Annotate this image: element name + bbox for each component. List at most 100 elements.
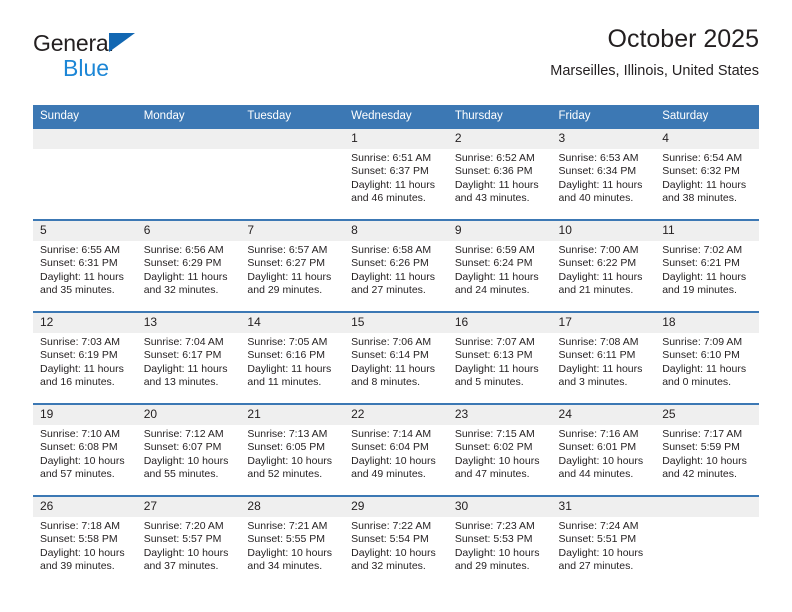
day-details: Sunrise: 7:06 AM Sunset: 6:14 PM Daylight:… (344, 333, 448, 389)
page-title: October 2025 (607, 25, 760, 53)
calendar-day-cell[interactable]: 31 Sunrise: 7:24 AM Sunset: 5:51 PM Dayligh… (551, 495, 656, 587)
sunset-time: Sunset: 5:54 PM (351, 533, 429, 546)
daylight-duration-line1: Daylight: 10 hours (454, 546, 540, 559)
day-number: 19 (33, 405, 137, 425)
weekday-header-thursday: Thursday (447, 105, 552, 128)
sunrise-time: Sunrise: 6:57 AM (247, 244, 328, 256)
daylight-duration-line2: and 44 minutes. (558, 467, 634, 480)
day-details: Sunrise: 7:22 AM Sunset: 5:54 PM Daylight:… (344, 517, 448, 573)
weekday-header-wednesday: Wednesday (344, 105, 448, 128)
sunset-time: Sunset: 5:57 PM (143, 533, 222, 546)
calendar-day-cell[interactable]: 27 Sunrise: 7:20 AM Sunset: 5:57 PM Dayligh… (136, 495, 241, 587)
calendar-day-cell[interactable]: 4 Sunrise: 6:54 AM Sunset: 6:32 PM Daylight… (655, 127, 759, 220)
calendar-day-cell[interactable]: 18 Sunrise: 7:09 AM Sunset: 6:10 PM Dayligh… (655, 311, 759, 404)
day-number: 24 (551, 405, 656, 425)
daylight-duration-line1: Daylight: 10 hours (351, 546, 436, 559)
calendar-day-cell[interactable]: 20 Sunrise: 7:12 AM Sunset: 6:07 PM Dayligh… (136, 403, 241, 496)
calendar-day-cell[interactable]: 8 Sunrise: 6:58 AM Sunset: 6:26 PM Daylight… (344, 219, 448, 312)
brand-logo[interactable]: General Blue (33, 30, 213, 84)
sunset-time: Sunset: 5:59 PM (662, 441, 740, 454)
page-header: General Blue October 2025 Marseilles, Il… (33, 24, 759, 98)
sunset-time: Sunset: 6:22 PM (558, 257, 637, 270)
day-details: Sunrise: 7:23 AM Sunset: 5:53 PM Daylight:… (448, 517, 552, 573)
day-number: 1 (344, 129, 448, 149)
sunrise-time: Sunrise: 6:54 AM (662, 152, 743, 164)
calendar-day-cell[interactable]: 2 Sunrise: 6:52 AM Sunset: 6:36 PM Daylight… (447, 127, 552, 220)
sunrise-time: Sunrise: 7:17 AM (662, 428, 743, 440)
day-number: 28 (240, 497, 345, 517)
sunrise-time: Sunrise: 7:23 AM (454, 520, 535, 532)
calendar-day-cell[interactable]: 23 Sunrise: 7:15 AM Sunset: 6:02 PM Dayligh… (447, 403, 552, 496)
calendar-day-cell[interactable]: 13 Sunrise: 7:04 AM Sunset: 6:17 PM Dayligh… (136, 311, 241, 404)
calendar-day-cell[interactable]: 3 Sunrise: 6:53 AM Sunset: 6:34 PM Daylight… (551, 127, 656, 220)
daylight-duration-line2: and 38 minutes. (662, 191, 737, 204)
daylight-duration-line2: and 27 minutes. (558, 559, 634, 572)
calendar-day-cell[interactable]: 5 Sunrise: 6:55 AM Sunset: 6:31 PM Daylight… (33, 219, 137, 312)
calendar-day-cell-empty (655, 495, 759, 587)
calendar-day-cell[interactable]: 28 Sunrise: 7:21 AM Sunset: 5:55 PM Dayligh… (240, 495, 345, 587)
day-details: Sunrise: 7:10 AM Sunset: 6:08 PM Daylight:… (33, 425, 137, 481)
calendar-day-cell[interactable]: 15 Sunrise: 7:06 AM Sunset: 6:14 PM Dayligh… (344, 311, 448, 404)
calendar-day-cell[interactable]: 1 Sunrise: 6:51 AM Sunset: 6:37 PM Daylight… (344, 127, 448, 220)
daylight-duration-line1: Daylight: 11 hours (558, 178, 643, 191)
sunrise-time: Sunrise: 7:21 AM (247, 520, 328, 532)
calendar-day-cell[interactable]: 22 Sunrise: 7:14 AM Sunset: 6:04 PM Dayligh… (344, 403, 448, 496)
calendar-day-cell[interactable]: 21 Sunrise: 7:13 AM Sunset: 6:05 PM Dayligh… (240, 403, 345, 496)
daylight-duration-line1: Daylight: 10 hours (247, 454, 333, 467)
sunset-time: Sunset: 6:24 PM (454, 257, 533, 270)
calendar-day-cell[interactable]: 29 Sunrise: 7:22 AM Sunset: 5:54 PM Dayligh… (344, 495, 448, 587)
calendar-day-cell[interactable]: 14 Sunrise: 7:05 AM Sunset: 6:16 PM Dayligh… (240, 311, 345, 404)
daylight-duration-line2: and 13 minutes. (143, 375, 219, 388)
sunrise-time: Sunrise: 7:13 AM (247, 428, 328, 440)
weekday-header-saturday: Saturday (655, 105, 759, 128)
daylight-duration-line2: and 8 minutes. (351, 375, 420, 388)
calendar-day-cell[interactable]: 6 Sunrise: 6:56 AM Sunset: 6:29 PM Daylight… (136, 219, 241, 312)
sunset-time: Sunset: 6:10 PM (662, 349, 740, 362)
daylight-duration-line1: Daylight: 11 hours (558, 362, 643, 375)
calendar-day-cell[interactable]: 25 Sunrise: 7:17 AM Sunset: 5:59 PM Dayligh… (655, 403, 759, 496)
calendar-day-cell[interactable]: 16 Sunrise: 7:07 AM Sunset: 6:13 PM Dayligh… (447, 311, 552, 404)
calendar-day-cell[interactable]: 7 Sunrise: 6:57 AM Sunset: 6:27 PM Daylight… (240, 219, 345, 312)
calendar-day-cell[interactable]: 17 Sunrise: 7:08 AM Sunset: 6:11 PM Dayligh… (551, 311, 656, 404)
daylight-duration-line1: Daylight: 11 hours (454, 270, 539, 283)
day-details: Sunrise: 7:09 AM Sunset: 6:10 PM Daylight:… (655, 333, 759, 389)
sunrise-time: Sunrise: 6:53 AM (558, 152, 639, 164)
sunrise-time: Sunrise: 6:52 AM (454, 152, 535, 164)
calendar-day-cell[interactable]: 30 Sunrise: 7:23 AM Sunset: 5:53 PM Dayligh… (447, 495, 552, 587)
sunrise-time: Sunrise: 7:22 AM (351, 520, 432, 532)
calendar-day-cell[interactable]: 19 Sunrise: 7:10 AM Sunset: 6:08 PM Dayligh… (33, 403, 137, 496)
sunset-time: Sunset: 5:55 PM (247, 533, 326, 546)
sunrise-time: Sunrise: 7:02 AM (662, 244, 743, 256)
day-details: Sunrise: 6:52 AM Sunset: 6:36 PM Daylight:… (448, 149, 552, 205)
brand-logo-top-row: General (33, 30, 213, 56)
weekday-header-tuesday: Tuesday (240, 105, 345, 128)
weekday-header-friday: Friday (551, 105, 656, 128)
calendar-day-cell[interactable]: 12 Sunrise: 7:03 AM Sunset: 6:19 PM Dayligh… (33, 311, 137, 404)
day-number: 26 (33, 497, 137, 517)
day-details: Sunrise: 6:59 AM Sunset: 6:24 PM Daylight:… (448, 241, 552, 297)
daylight-duration-line1: Daylight: 10 hours (143, 546, 229, 559)
calendar-day-cell[interactable]: 24 Sunrise: 7:16 AM Sunset: 6:01 PM Dayligh… (551, 403, 656, 496)
sunset-time: Sunset: 6:27 PM (247, 257, 326, 270)
daylight-duration-line2: and 29 minutes. (454, 559, 530, 572)
day-number: 10 (551, 221, 656, 241)
calendar-day-cell[interactable]: 26 Sunrise: 7:18 AM Sunset: 5:58 PM Dayligh… (33, 495, 137, 587)
location-subtitle: Marseilles, Illinois, United States (550, 63, 759, 79)
calendar-day-cell[interactable]: 9 Sunrise: 6:59 AM Sunset: 6:24 PM Daylight… (447, 219, 552, 312)
brand-name-blue: Blue (63, 55, 110, 81)
daylight-duration-line2: and 37 minutes. (143, 559, 219, 572)
daylight-duration-line1: Daylight: 10 hours (40, 454, 125, 467)
sunset-time: Sunset: 6:21 PM (662, 257, 740, 270)
day-details: Sunrise: 7:21 AM Sunset: 5:55 PM Daylight:… (240, 517, 344, 573)
day-details: Sunrise: 7:12 AM Sunset: 6:07 PM Daylight:… (137, 425, 241, 481)
daylight-duration-line1: Daylight: 11 hours (662, 362, 747, 375)
day-number: 12 (33, 313, 137, 333)
daylight-duration-line2: and 11 minutes. (247, 375, 322, 388)
calendar-day-cell[interactable]: 10 Sunrise: 7:00 AM Sunset: 6:22 PM Dayligh… (551, 219, 656, 312)
day-number: 3 (551, 129, 656, 149)
sunset-time: Sunset: 5:51 PM (558, 533, 637, 546)
daylight-duration-line2: and 27 minutes. (351, 283, 426, 296)
day-details: Sunrise: 7:14 AM Sunset: 6:04 PM Daylight:… (344, 425, 448, 481)
calendar-day-cell[interactable]: 11 Sunrise: 7:02 AM Sunset: 6:21 PM Dayligh… (655, 219, 759, 312)
daylight-duration-line2: and 42 minutes. (662, 467, 737, 480)
